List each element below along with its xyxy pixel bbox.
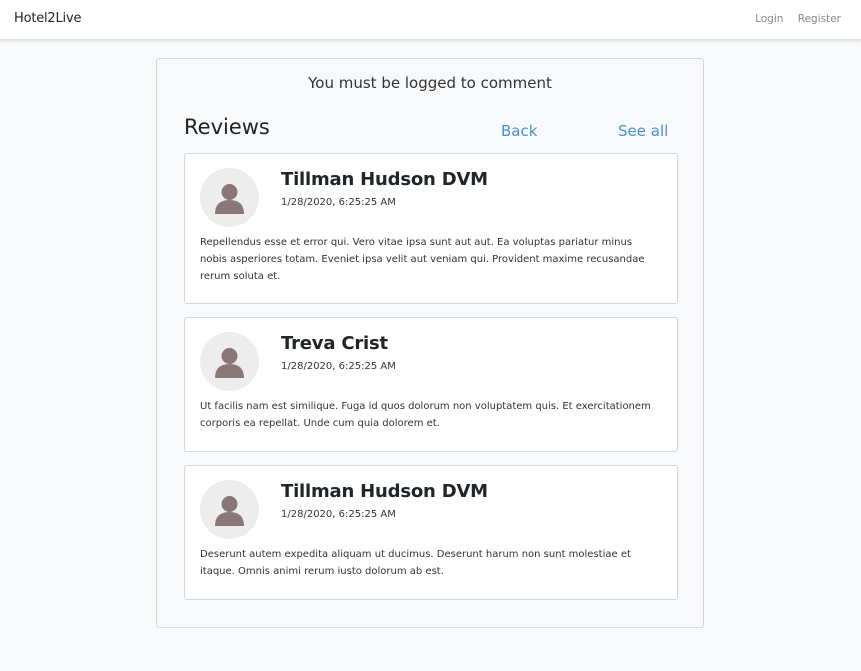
review-text: Ut facilis nam est similique. Fuga id qu… bbox=[200, 401, 651, 429]
avatar bbox=[200, 480, 259, 539]
review-date: 1/28/2020, 6:25:25 AM bbox=[281, 197, 396, 208]
review-text: Repellendus esse et error qui. Vero vita… bbox=[200, 237, 645, 282]
login-link[interactable]: Login bbox=[755, 13, 783, 25]
avatar bbox=[200, 332, 259, 391]
reviewer-name: Tillman Hudson DVM bbox=[281, 481, 488, 502]
user-icon bbox=[215, 348, 244, 378]
reviewer-name: Tillman Hudson DVM bbox=[281, 169, 488, 190]
review-date: 1/28/2020, 6:25:25 AM bbox=[281, 509, 396, 520]
review-card: Tillman Hudson DVM 1/28/2020, 6:25:25 AM… bbox=[184, 465, 678, 600]
review-card: Treva Crist 1/28/2020, 6:25:25 AM Ut fac… bbox=[184, 317, 678, 452]
reviewer-name: Treva Crist bbox=[281, 333, 388, 354]
back-link[interactable]: Back bbox=[501, 122, 537, 140]
review-text: Deserunt autem expedita aliquam ut ducim… bbox=[200, 549, 631, 577]
top-navbar: Hotel2Live Login Register bbox=[0, 0, 861, 40]
reviews-heading: Reviews bbox=[184, 115, 270, 139]
review-card: Tillman Hudson DVM 1/28/2020, 6:25:25 AM… bbox=[184, 153, 678, 304]
reviews-card: You must be logged to comment Reviews Ba… bbox=[156, 58, 704, 628]
review-date: 1/28/2020, 6:25:25 AM bbox=[281, 361, 396, 372]
login-notice: You must be logged to comment bbox=[308, 74, 552, 92]
avatar bbox=[200, 168, 259, 227]
nav-links: Login Register bbox=[744, 13, 841, 25]
brand-link[interactable]: Hotel2Live bbox=[14, 11, 81, 26]
user-icon bbox=[215, 184, 244, 214]
see-all-link[interactable]: See all bbox=[618, 122, 668, 140]
register-link[interactable]: Register bbox=[798, 13, 841, 25]
user-icon bbox=[215, 496, 244, 526]
